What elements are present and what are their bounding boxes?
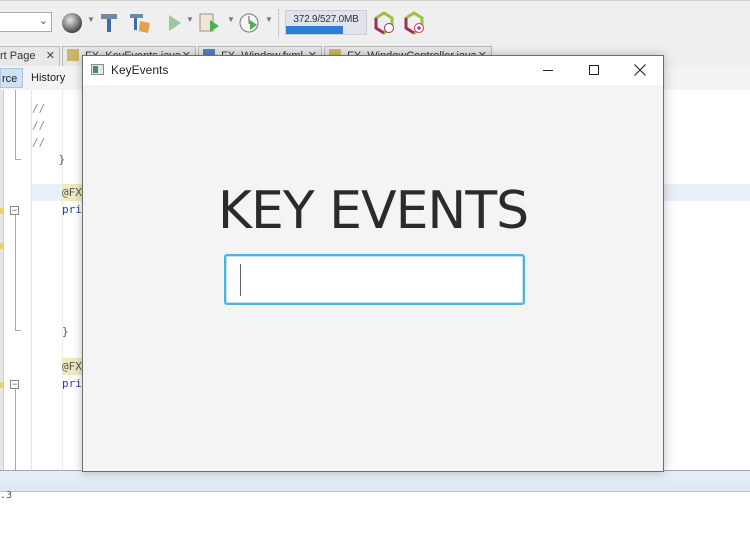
warning-icon — [0, 208, 4, 214]
ide-toolbar: ⌄ ▼ ▼ ▼ ▼ 372.9/527.0MB — [0, 0, 750, 46]
text-caret — [240, 264, 241, 296]
fold-guide — [15, 389, 16, 470]
debug-icon[interactable] — [198, 11, 222, 35]
close-icon — [634, 64, 646, 76]
close-button[interactable] — [617, 56, 663, 85]
java-file-icon — [67, 49, 79, 61]
fold-collapse-icon[interactable]: − — [10, 206, 19, 215]
tab-label: rt Page — [0, 50, 36, 62]
gc-target-icon[interactable] — [402, 11, 426, 35]
maximize-button[interactable] — [571, 56, 617, 85]
gc-clock-icon[interactable] — [372, 11, 396, 35]
keyevents-window: KeyEvents KEY EVENTS — [82, 55, 664, 472]
dropdown-arrow-icon[interactable]: ▼ — [87, 15, 95, 24]
profile-icon[interactable] — [238, 11, 262, 35]
toolbar-separator — [278, 9, 280, 37]
source-tab[interactable]: rce — [0, 68, 23, 88]
run-icon[interactable] — [163, 11, 187, 35]
indent-guide — [62, 90, 63, 470]
output-text: .3 — [0, 490, 13, 501]
code-line: pri — [62, 377, 82, 390]
heading-label: KEY EVENTS — [217, 181, 529, 241]
memory-usage-bar — [286, 26, 343, 34]
configuration-combo[interactable]: ⌄ — [0, 12, 52, 32]
tab-start-page[interactable]: rt Page ✕ — [0, 46, 60, 66]
minimize-icon — [543, 70, 553, 71]
globe-icon[interactable] — [60, 11, 84, 35]
editor-gutter — [0, 90, 4, 470]
dropdown-arrow-icon[interactable]: ▼ — [265, 15, 273, 24]
fold-guide-end — [15, 330, 21, 331]
code-line: @FX — [62, 184, 82, 201]
clean-build-icon[interactable] — [128, 11, 152, 35]
history-tab[interactable]: History — [27, 68, 69, 88]
dropdown-arrow-icon[interactable]: ▼ — [186, 15, 194, 24]
maximize-icon — [589, 65, 599, 75]
code-line: // — [32, 102, 46, 115]
window-titlebar[interactable]: KeyEvents — [83, 56, 663, 85]
window-content: KEY EVENTS — [83, 85, 663, 471]
fold-guide — [15, 215, 16, 330]
fold-collapse-icon[interactable]: − — [10, 380, 19, 389]
fold-guide-end — [15, 159, 21, 160]
code-line: pri — [62, 203, 82, 216]
warning-icon — [0, 243, 4, 249]
chevron-down-icon: ⌄ — [38, 15, 48, 27]
minimize-button[interactable] — [525, 56, 571, 85]
memory-usage-text: 372.9/527.0MB — [293, 14, 359, 25]
code-line: // — [32, 119, 46, 132]
code-line: } — [32, 153, 66, 166]
close-icon[interactable]: ✕ — [46, 47, 55, 65]
output-panel-header[interactable] — [0, 470, 750, 492]
memory-usage-indicator[interactable]: 372.9/527.0MB — [285, 10, 367, 35]
fold-guide — [15, 90, 16, 160]
warning-icon — [0, 382, 4, 388]
key-input-field[interactable] — [224, 254, 525, 305]
code-line: // — [32, 136, 46, 149]
window-title: KeyEvents — [111, 63, 169, 77]
dropdown-arrow-icon[interactable]: ▼ — [227, 15, 235, 24]
build-hammer-icon[interactable] — [98, 11, 122, 35]
code-line: } — [62, 325, 69, 338]
app-window-icon — [91, 64, 104, 75]
code-line: @FX — [62, 358, 82, 375]
